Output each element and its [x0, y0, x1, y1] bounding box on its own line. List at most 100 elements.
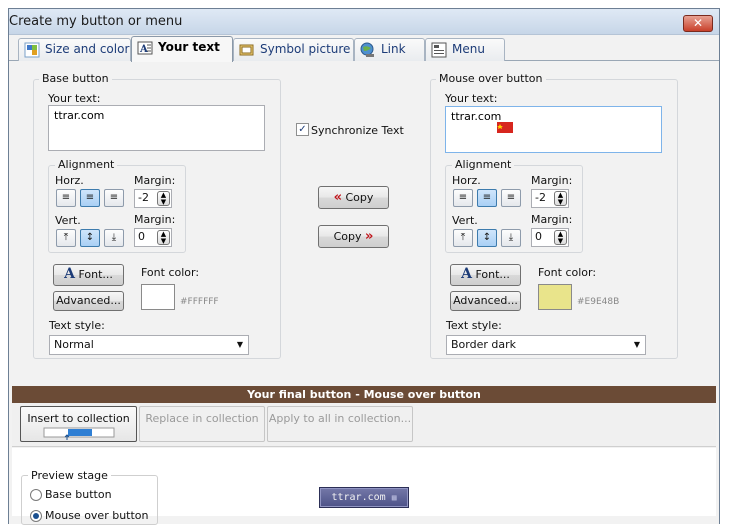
- base-align-bottom-button[interactable]: ⤓: [104, 229, 124, 247]
- window-title: Create my button or menu: [9, 14, 183, 29]
- align-left-icon: ≡: [61, 192, 71, 203]
- align-top-icon: ⤒: [63, 232, 69, 243]
- base-your-text-label: Your text:: [48, 92, 101, 105]
- base-vert-margin-stepper[interactable]: 0 ▲ ▼: [134, 228, 172, 247]
- svg-text:A: A: [139, 44, 148, 55]
- preview-button[interactable]: ttrar.com ▦: [319, 487, 409, 508]
- font-icon: A: [64, 266, 75, 282]
- mouseover-font-button-label: Font...: [475, 268, 510, 281]
- base-font-color-hex: #FFFFFF: [180, 297, 219, 307]
- globe-icon: [360, 42, 374, 57]
- mouseover-vert-margin-value: 0: [535, 230, 542, 243]
- base-font-button-label: Font...: [78, 268, 113, 281]
- tab-label: Symbol picture: [260, 42, 351, 56]
- base-align-left-button[interactable]: ≡: [56, 189, 76, 207]
- mouseover-font-color-swatch[interactable]: [538, 284, 572, 310]
- base-button-group-label: Base button: [39, 72, 112, 85]
- picture-icon: [239, 44, 254, 56]
- replace-in-collection-button[interactable]: Replace in collection: [139, 406, 265, 442]
- align-left-icon: ≡: [458, 192, 468, 203]
- base-font-button[interactable]: A Font...: [53, 264, 124, 286]
- base-text-style-label: Text style:: [49, 319, 105, 332]
- mouseover-text-input[interactable]: ttrar.com: [445, 106, 662, 153]
- mouseover-horz-margin-stepper[interactable]: -2 ▲ ▼: [531, 189, 569, 208]
- copy-to-base-button[interactable]: « Copy: [318, 186, 389, 209]
- preview-mouseover-radio[interactable]: [30, 510, 42, 522]
- align-right-icon: ≡: [109, 192, 119, 203]
- base-horz-margin-stepper[interactable]: -2 ▲ ▼: [134, 189, 172, 208]
- size-color-icon: [24, 42, 40, 58]
- base-alignment-label: Alignment: [55, 158, 118, 171]
- font-icon: A: [461, 266, 472, 282]
- spin-arrows-icon[interactable]: ▲ ▼: [554, 230, 567, 245]
- align-top-icon: ⤒: [460, 232, 466, 243]
- mouseover-your-text-label: Your text:: [445, 92, 498, 105]
- close-button[interactable]: ✕: [683, 15, 713, 32]
- apply-to-all-button[interactable]: Apply to all in collection...: [267, 406, 413, 442]
- align-right-icon: ≡: [506, 192, 516, 203]
- mouseover-align-left-button[interactable]: ≡: [453, 189, 473, 207]
- base-align-top-button[interactable]: ⤒: [56, 229, 76, 247]
- mouseover-align-bottom-button[interactable]: ⤓: [501, 229, 521, 247]
- insert-collection-icon: [43, 427, 114, 440]
- tab-menu[interactable]: Menu: [425, 38, 505, 61]
- align-bottom-icon: ⤓: [508, 232, 514, 243]
- mouseover-text-style-select[interactable]: Border dark ▼: [446, 335, 646, 355]
- synchronize-text-label: Synchronize Text: [311, 124, 404, 137]
- grip-icon: ▦: [391, 493, 397, 502]
- base-text-style-select[interactable]: Normal ▼: [49, 335, 249, 355]
- mouseover-font-color-label: Font color:: [538, 266, 597, 279]
- mouseover-horz-margin-value: -2: [535, 191, 546, 204]
- spin-arrows-icon[interactable]: ▲ ▼: [157, 230, 170, 245]
- base-horz-label: Horz.: [55, 174, 84, 187]
- mouseover-vert-margin-stepper[interactable]: 0 ▲ ▼: [531, 228, 569, 247]
- copy-to-mouseover-button[interactable]: Copy »: [318, 225, 389, 248]
- base-vert-label: Vert.: [55, 214, 81, 227]
- copy-to-base-label: Copy: [345, 191, 374, 204]
- mouseover-font-color-hex: #E9E48B: [577, 297, 620, 307]
- base-text-input[interactable]: ttrar.com: [48, 105, 265, 151]
- align-center-icon: ≡: [482, 192, 492, 203]
- mouseover-advanced-button[interactable]: Advanced...: [450, 291, 521, 311]
- chevron-down-icon: ▼: [236, 340, 243, 349]
- base-advanced-button[interactable]: Advanced...: [53, 291, 124, 311]
- mouseover-align-top-button[interactable]: ⤒: [453, 229, 473, 247]
- base-align-center-button[interactable]: ≡: [80, 189, 100, 207]
- base-font-color-label: Font color:: [141, 266, 200, 279]
- base-align-middle-button[interactable]: ↕: [80, 229, 100, 247]
- base-vert-margin-value: 0: [138, 230, 145, 243]
- chevron-down-icon: ▼: [633, 340, 640, 349]
- tab-symbol-picture[interactable]: Symbol picture: [233, 38, 354, 61]
- final-button-bar: Your final button - Mouse over button: [12, 386, 716, 403]
- mouseover-align-center-button[interactable]: ≡: [477, 189, 497, 207]
- tab-your-text[interactable]: A Your text: [131, 36, 233, 62]
- preview-stage-label: Preview stage: [28, 469, 111, 482]
- mouseover-vert-margin-label: Margin:: [531, 213, 573, 226]
- base-horz-margin-label: Margin:: [134, 174, 176, 187]
- tab-label: Link: [381, 42, 406, 56]
- base-horz-margin-value: -2: [138, 191, 149, 204]
- mouseover-font-button[interactable]: A Font...: [450, 264, 521, 286]
- align-middle-icon: ↕: [85, 232, 95, 243]
- tab-label: Your text: [158, 40, 220, 54]
- synchronize-text-checkbox[interactable]: ✓: [296, 123, 309, 136]
- menu-icon: [431, 42, 447, 58]
- base-vert-margin-label: Margin:: [134, 213, 176, 226]
- insert-to-collection-label: Insert to collection: [27, 412, 130, 425]
- mouseover-horz-label: Horz.: [452, 174, 481, 187]
- spin-arrows-icon[interactable]: ▲ ▼: [554, 191, 567, 206]
- preview-base-radio[interactable]: [30, 489, 42, 501]
- tab-link[interactable]: Link: [354, 38, 425, 61]
- preview-base-label: Base button: [45, 488, 112, 501]
- base-align-right-button[interactable]: ≡: [104, 189, 124, 207]
- tab-label: Size and color: [45, 42, 130, 56]
- mouseover-text-value: ttrar.com: [451, 110, 502, 123]
- base-font-color-swatch[interactable]: [141, 284, 175, 310]
- spin-arrows-icon[interactable]: ▲ ▼: [157, 191, 170, 206]
- tab-size-and-color[interactable]: Size and color: [18, 38, 131, 61]
- mouseover-align-middle-button[interactable]: ↕: [477, 229, 497, 247]
- align-bottom-icon: ⤓: [111, 232, 117, 243]
- insert-to-collection-button[interactable]: Insert to collection: [20, 406, 137, 442]
- mouseover-alignment-label: Alignment: [452, 158, 515, 171]
- mouseover-align-right-button[interactable]: ≡: [501, 189, 521, 207]
